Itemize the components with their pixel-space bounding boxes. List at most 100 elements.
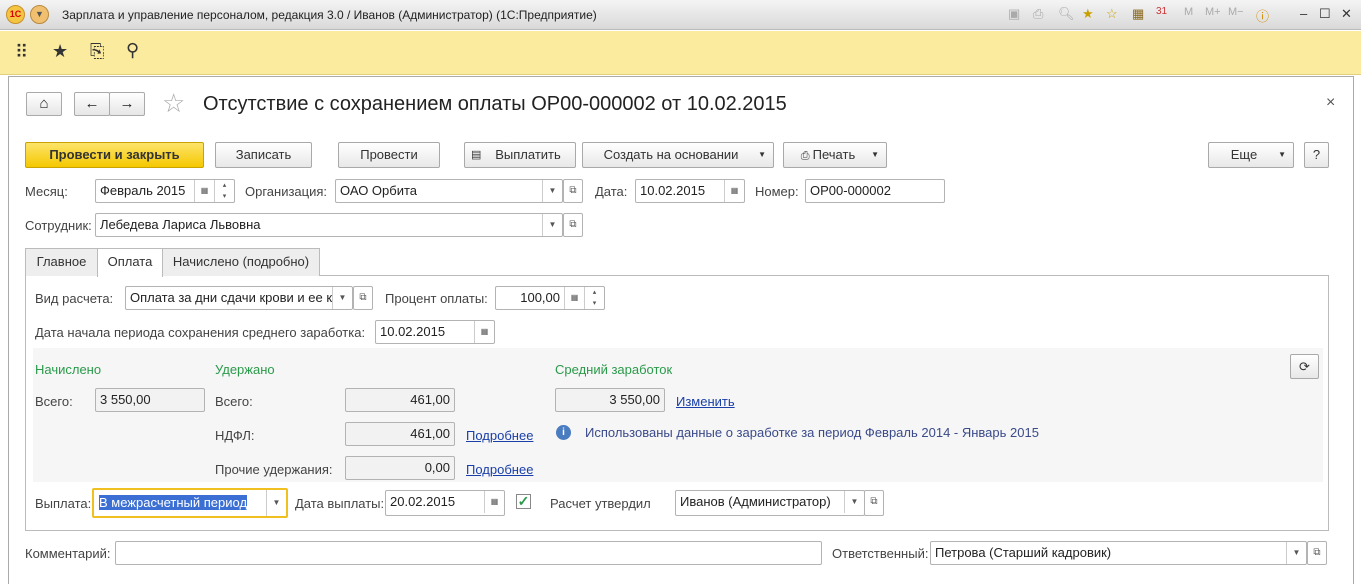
pay-label: Выплатить — [495, 147, 561, 162]
favorite-star-icon[interactable]: ☆ — [162, 88, 185, 119]
percent-field[interactable]: 100,00 ▦ ▴ ▾ — [495, 286, 605, 310]
info-icon: i — [556, 425, 571, 440]
save-button[interactable]: Записать — [215, 142, 312, 168]
star-icon[interactable]: ★ — [52, 41, 68, 62]
period-start-label: Дата начала периода сохранения среднего … — [35, 325, 366, 340]
month-stepper[interactable]: ▴ ▾ — [214, 180, 234, 202]
open-calc-type-button[interactable]: ⧉ — [353, 286, 373, 310]
app-logo[interactable]: 1С — [6, 5, 25, 24]
comment-field[interactable] — [115, 541, 822, 565]
calc-type-field[interactable]: Оплата за дни сдачи крови и ее к ▼ — [125, 286, 353, 310]
maximize-icon[interactable]: ☐ — [1319, 6, 1331, 22]
open-organization-button[interactable]: ⧉ — [563, 179, 583, 203]
approved-by-field[interactable]: Иванов (Администратор) ▼ — [675, 490, 865, 516]
percent-stepper[interactable]: ▴ ▾ — [584, 287, 604, 309]
chevron-down-icon: ▼ — [758, 150, 766, 159]
favorites-icon[interactable]: ☆ — [1106, 6, 1118, 22]
other-deductions-label: Прочие удержания: — [215, 462, 333, 477]
open-responsible-button[interactable]: ⧉ — [1307, 541, 1327, 565]
pay-button[interactable]: ▤ Выплатить — [464, 142, 576, 168]
calculator-icon[interactable]: ▦ — [1132, 6, 1144, 22]
sections-panel: ⠿ ★ ⎘ ⚲ — [0, 31, 1361, 75]
favorites-add-icon[interactable]: ★ — [1082, 6, 1094, 22]
date-field[interactable]: 10.02.2015 ▦ — [635, 179, 745, 203]
search-icon[interactable]: ⚲ — [126, 40, 139, 61]
approved-checkbox[interactable]: ✓ — [516, 494, 531, 509]
history-icon[interactable]: ⎘ — [90, 41, 104, 62]
employee-field[interactable]: Лебедева Лариса Львовна ▼ — [95, 213, 563, 237]
month-value: Февраль 2015 — [100, 183, 186, 198]
help-button[interactable]: ? — [1304, 142, 1329, 168]
responsible-field[interactable]: Петрова (Старший кадровик) ▼ — [930, 541, 1307, 565]
date-label: Дата: — [595, 184, 628, 199]
back-button[interactable]: ← — [74, 92, 110, 116]
create-based-button[interactable]: Создать на основании ▼ — [582, 142, 774, 168]
memory-plus-icon[interactable]: M+ — [1205, 6, 1221, 18]
organization-value: ОАО Орбита — [340, 183, 418, 198]
info-icon[interactable]: ⓘ — [1256, 6, 1269, 25]
ndfl-label: НДФЛ: — [215, 428, 255, 443]
dropdown-icon[interactable]: ▼ — [332, 287, 352, 309]
close-window-icon[interactable]: ✕ — [1341, 6, 1352, 22]
print-icon[interactable]: ⎙ — [1033, 6, 1043, 22]
accrued-total-label: Всего: — [35, 394, 73, 409]
date-value: 10.02.2015 — [640, 183, 706, 198]
organization-label: Организация: — [245, 184, 328, 199]
ndfl-field: 461,00 — [345, 422, 455, 446]
form-title: Отсутствие с сохранением оплаты ОР00-000… — [203, 93, 787, 115]
post-button[interactable]: Провести — [338, 142, 440, 168]
approved-by-value: Иванов (Администратор) — [680, 494, 831, 509]
more-label: Еще — [1230, 147, 1258, 162]
withheld-total-label: Всего: — [215, 394, 253, 409]
save-icon[interactable]: ▣ — [1008, 6, 1020, 22]
payout-date-field[interactable]: 20.02.2015 ▦ — [385, 490, 505, 516]
organization-field[interactable]: ОАО Орбита ▼ — [335, 179, 563, 203]
refresh-button[interactable]: ⟳ — [1290, 354, 1319, 379]
tab-payment[interactable]: Оплата — [97, 248, 163, 277]
more-button[interactable]: Еще ▼ — [1208, 142, 1294, 168]
employee-label: Сотрудник: — [25, 218, 92, 233]
printer-icon: ⎙ — [800, 150, 813, 162]
open-employee-button[interactable]: ⧉ — [563, 213, 583, 237]
dropdown-icon[interactable]: ▼ — [266, 490, 286, 516]
other-details-link[interactable]: Подробнее — [466, 462, 533, 477]
change-average-link[interactable]: Изменить — [676, 394, 735, 409]
payout-field[interactable]: В межрасчетный период ▼ — [92, 488, 288, 518]
period-start-field[interactable]: 10.02.2015 ▦ — [375, 320, 495, 344]
memory-m-icon[interactable]: M — [1184, 6, 1193, 18]
tab-main[interactable]: Главное — [25, 248, 98, 276]
chevron-down-icon: ▼ — [1278, 150, 1286, 159]
dropdown-icon[interactable]: ▼ — [542, 214, 562, 236]
number-label: Номер: — [755, 184, 799, 199]
apps-grid-icon[interactable]: ⠿ — [15, 42, 28, 63]
open-approved-by-button[interactable]: ⧉ — [864, 490, 884, 516]
main-menu-button[interactable]: ▼ — [30, 5, 49, 24]
calc-type-label: Вид расчета: — [35, 291, 114, 306]
forward-button[interactable]: → — [109, 92, 145, 116]
withheld-total-field: 461,00 — [345, 388, 455, 412]
chevron-down-icon: ▼ — [871, 150, 879, 159]
print-button[interactable]: ⎙ Печать ▼ — [783, 142, 887, 168]
home-button[interactable]: ⌂ — [26, 92, 62, 116]
tab-accrued-detailed[interactable]: Начислено (подробно) — [162, 248, 320, 276]
number-field[interactable]: ОР00-000002 — [805, 179, 945, 203]
dropdown-icon[interactable]: ▼ — [1286, 542, 1306, 564]
minimize-icon[interactable]: – — [1300, 6, 1307, 21]
calendar-icon[interactable]: ▦ — [724, 180, 744, 202]
percent-value: 100,00 — [520, 290, 560, 305]
dropdown-icon[interactable]: ▼ — [542, 180, 562, 202]
dropdown-icon[interactable]: ▼ — [844, 491, 864, 513]
calendar-icon[interactable]: ▦ — [474, 321, 494, 343]
period-start-value: 10.02.2015 — [380, 324, 446, 339]
calculator-icon[interactable]: ▦ — [564, 287, 584, 309]
close-form-icon[interactable]: × — [1326, 94, 1335, 112]
ndfl-details-link[interactable]: Подробнее — [466, 428, 533, 443]
memory-minus-icon[interactable]: M− — [1228, 6, 1244, 18]
preview-icon[interactable]: 🔍︎ — [1058, 6, 1075, 22]
calendar-icon[interactable]: 31 — [1156, 6, 1167, 17]
calendar-icon[interactable]: ▦ — [194, 180, 214, 202]
payout-value: В межрасчетный период — [99, 495, 248, 510]
post-and-close-button[interactable]: Провести и закрыть — [25, 142, 204, 168]
month-field[interactable]: Февраль 2015 ▦ ▴ ▾ — [95, 179, 235, 203]
calendar-icon[interactable]: ▦ — [484, 491, 504, 513]
